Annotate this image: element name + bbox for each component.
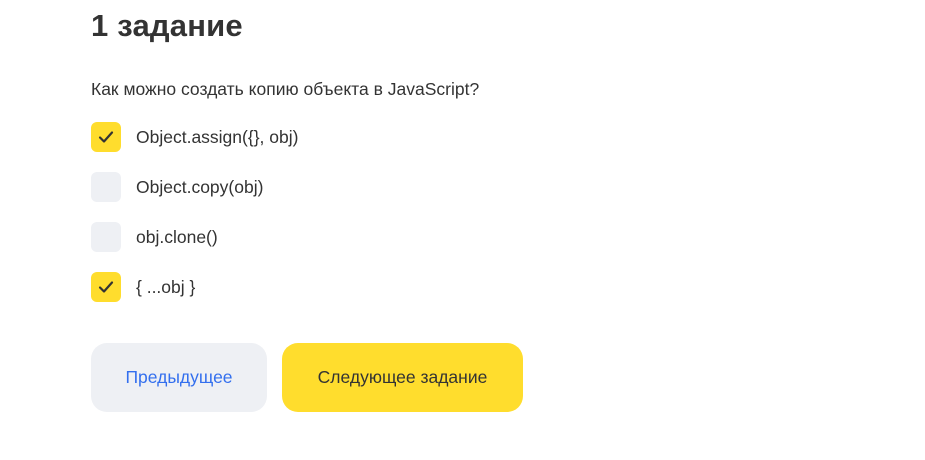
answer-checkbox[interactable] xyxy=(91,272,121,302)
quiz-page: 1 задание Как можно создать копию объект… xyxy=(0,0,925,460)
question-text: Как можно создать копию объекта в JavaSc… xyxy=(91,79,480,99)
answer-option[interactable]: Object.copy(obj) xyxy=(91,172,298,202)
task-title: 1 задание xyxy=(91,8,243,43)
check-icon xyxy=(98,281,114,293)
answer-option[interactable]: { ...obj } xyxy=(91,272,298,302)
answer-label: Object.assign({}, obj) xyxy=(136,127,299,147)
answer-label: Object.copy(obj) xyxy=(136,177,264,197)
answer-option[interactable]: obj.clone() xyxy=(91,222,298,252)
answer-options: Object.assign({}, obj) Object.copy(obj) … xyxy=(91,122,298,322)
answer-label: obj.clone() xyxy=(136,227,218,247)
answer-checkbox[interactable] xyxy=(91,172,121,202)
check-icon xyxy=(98,131,114,143)
answer-label: { ...obj } xyxy=(136,277,196,297)
answer-option[interactable]: Object.assign({}, obj) xyxy=(91,122,298,152)
answer-checkbox[interactable] xyxy=(91,122,121,152)
next-task-button[interactable]: Следующее задание xyxy=(282,343,523,412)
previous-button[interactable]: Предыдущее xyxy=(91,343,267,412)
answer-checkbox[interactable] xyxy=(91,222,121,252)
